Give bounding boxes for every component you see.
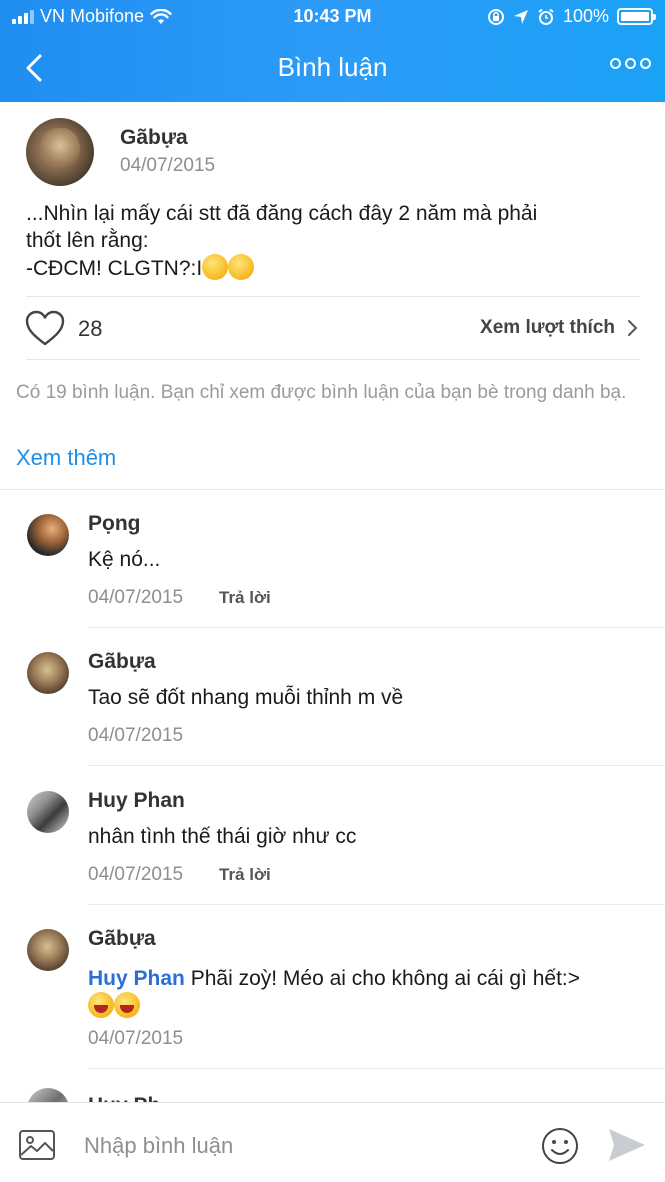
comment-author[interactable]: Gãbựa [88,927,156,951]
comment-item: Huy Phan nhân tình thế thái giờ như cc 0… [0,773,665,905]
comment-author-label: Huy Ph [88,1094,188,1102]
comment-text: Kệ nó... [88,548,161,571]
divider [88,904,665,905]
avatar[interactable] [27,929,69,971]
divider [26,359,640,360]
comment-date: 04/07/2015 [88,1028,184,1049]
avatar[interactable] [27,1088,69,1102]
nav-bar: Bình luận [0,34,665,102]
comment-date: 04/07/2015 [88,725,184,746]
post-avatar[interactable] [26,118,94,186]
comment-text: nhân tình thế thái giờ như cc [88,825,357,848]
comment-text: Tao sẽ đốt nhang muỗi thỉnh m về [88,686,404,709]
comment-input-bar: Nhập bình luận [0,1102,665,1182]
smile-icon[interactable] [541,1127,579,1165]
battery-percent: 100% [562,6,609,26]
reply-button[interactable]: Trả lời [219,865,271,885]
post-date: 04/07/2015 [120,155,216,176]
rotation-lock-icon [487,8,504,25]
laugh-emoji-icon [88,992,114,1018]
reply-button[interactable]: Trả lời [219,588,271,608]
like-count: 28 [78,316,103,341]
battery-icon [617,8,656,25]
grin-emoji-icon [202,254,229,280]
laugh-emoji-icon [114,992,140,1018]
comment-author[interactable]: Huy Ph [88,1094,188,1102]
more-dots-icon[interactable] [610,58,651,69]
avatar[interactable] [27,514,69,556]
post-text-line: ...Nhìn lại mấy cái stt đã đăng cách đây… [26,202,538,225]
grin-emoji-icon [228,254,255,280]
divider [88,765,665,766]
comment-item: Gãbựa Huy Phan Phãi zoỳ! Méo ai cho khôn… [0,911,665,1069]
comments-info: Có 19 bình luận. Bạn chỉ xem được bình l… [16,382,627,403]
comment-text-body: Phãi zoỳ! Méo ai cho không ai cái gì hết… [190,967,581,990]
chevron-right-icon[interactable] [627,319,639,337]
divider [88,1068,665,1069]
comment-item: Pọng Kệ nó... 04/07/2015 Trả lời [0,496,665,628]
see-more-link[interactable]: Xem thêm [16,445,116,471]
comment-author[interactable]: Huy Phan [88,789,185,813]
mention-link[interactable]: Huy Phan [88,967,185,990]
post-author[interactable]: Gãbựa [120,126,188,150]
like-row: 28 Xem lượt thích [0,297,665,359]
send-icon[interactable] [607,1127,647,1163]
view-likes-link[interactable]: Xem lượt thích [480,317,615,339]
divider [88,627,665,628]
status-bar: VN Mobifone 10:43 PM 100% [0,0,665,34]
image-icon[interactable] [18,1129,56,1161]
comment-date: 04/07/2015 [88,864,184,885]
comment-author[interactable]: Gãbựa [88,650,156,674]
comment-text: Huy Phan Phãi zoỳ! Méo ai cho không ai c… [88,965,648,1020]
page-title: Bình luận [277,52,388,82]
comment-item: Gãbựa Tao sẽ đốt nhang muỗi thỉnh m về 0… [0,634,665,766]
status-right: 100% [487,6,656,27]
comment-input[interactable]: Nhập bình luận [84,1133,233,1159]
avatar[interactable] [27,791,69,833]
comment-author[interactable]: Pọng [88,512,141,536]
alarm-icon [538,8,554,25]
section-divider [0,489,665,490]
avatar[interactable] [27,652,69,694]
comment-date: 04/07/2015 [88,587,184,608]
post-text: ...Nhìn lại mấy cái stt đã đăng cách đây… [26,200,646,282]
post-text-line: -CĐCM! CLGTN?:I [26,257,203,280]
heart-icon[interactable] [24,309,66,347]
location-icon [513,9,528,24]
post-text-line: thốt lên rằng: [26,229,149,252]
header: VN Mobifone 10:43 PM 100% Bình luận [0,0,665,102]
